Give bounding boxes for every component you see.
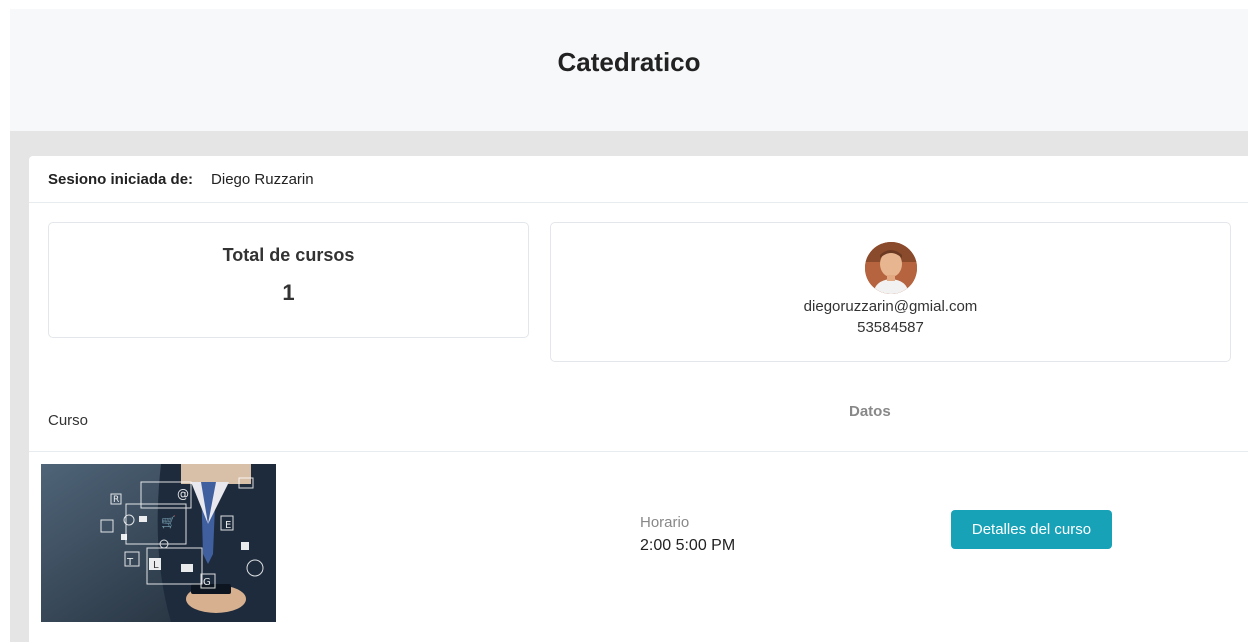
svg-text:R: R bbox=[113, 495, 119, 505]
svg-text:E: E bbox=[225, 520, 231, 531]
svg-text:G: G bbox=[203, 577, 211, 588]
total-courses-count: 1 bbox=[282, 280, 295, 305]
profile-phone: 53584587 bbox=[857, 319, 924, 336]
table-divider bbox=[29, 451, 1248, 452]
session-user-name: Diego Ruzzarin bbox=[211, 170, 314, 188]
total-courses-title: Total de cursos bbox=[222, 245, 355, 265]
avatar bbox=[864, 242, 917, 294]
page: Catedratico Sesiono iniciada de: Diego R… bbox=[0, 0, 1248, 642]
column-header-datos: Datos bbox=[849, 403, 891, 420]
main-card: Sesiono iniciada de: Diego Ruzzarin Tota… bbox=[29, 156, 1248, 642]
svg-text:🛒: 🛒 bbox=[161, 515, 176, 529]
column-header-curso: Curso bbox=[48, 412, 89, 429]
session-label: Sesiono iniciada de: bbox=[48, 170, 194, 188]
profile-email: diegoruzzarin@gmial.com bbox=[803, 298, 978, 315]
page-title: Catedratico bbox=[557, 46, 701, 77]
course-image: @ 🛒 E R T L G bbox=[41, 464, 276, 622]
course-details-button[interactable]: Detalles del curso bbox=[951, 510, 1112, 549]
svg-text:L: L bbox=[153, 560, 159, 571]
svg-text:@: @ bbox=[177, 487, 189, 501]
profile-card: diegoruzzarin@gmial.com 53584587 bbox=[550, 222, 1231, 362]
svg-text:T: T bbox=[126, 557, 134, 568]
schedule-label: Horario bbox=[640, 514, 690, 531]
page-header: Catedratico bbox=[10, 9, 1248, 131]
session-bar: Sesiono iniciada de: Diego Ruzzarin bbox=[29, 156, 1248, 203]
course-business-tech-image: @ 🛒 E R T L G bbox=[41, 464, 276, 622]
avatar-portrait-icon bbox=[864, 242, 917, 294]
total-courses-card: Total de cursos 1 bbox=[48, 222, 529, 338]
schedule-value: 2:00 5:00 PM bbox=[640, 537, 736, 554]
